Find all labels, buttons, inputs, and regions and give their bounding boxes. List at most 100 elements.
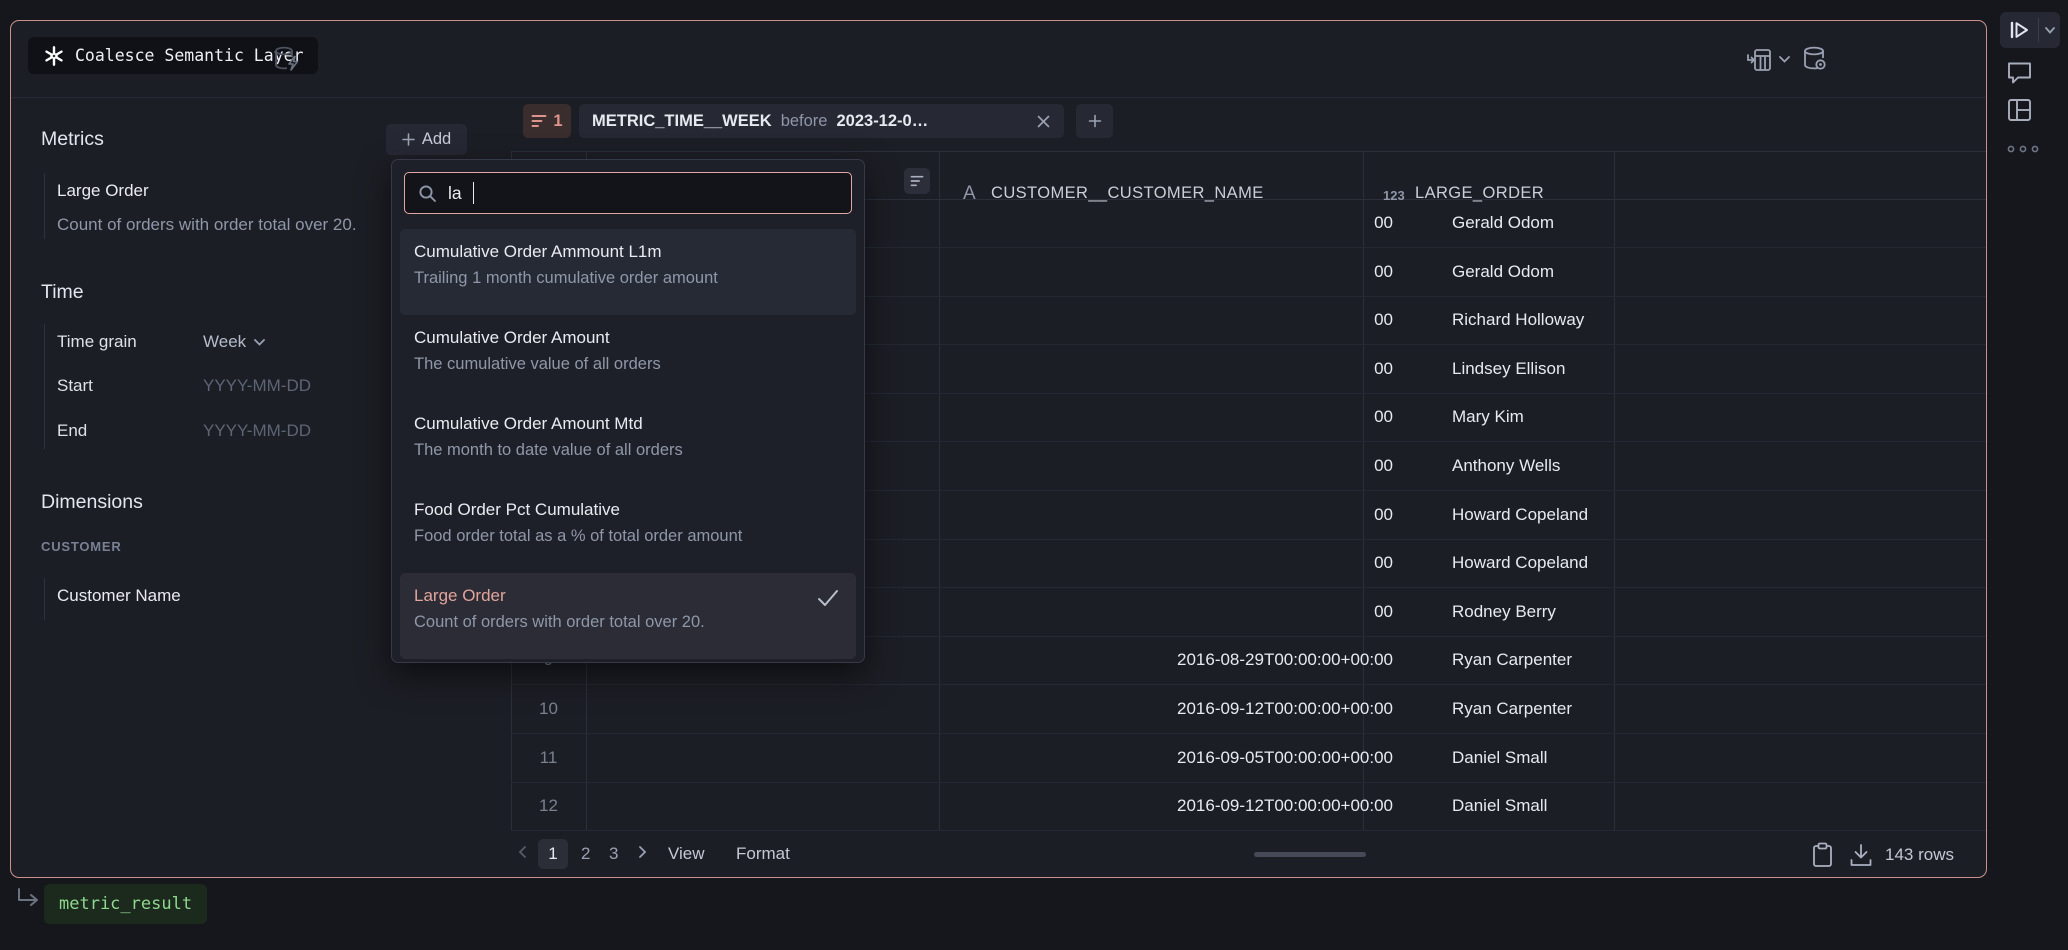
- run-cell-button[interactable]: [2000, 20, 2038, 40]
- page-2-button[interactable]: 2: [581, 844, 590, 864]
- cell-large-order: 1: [1511, 199, 2068, 247]
- layout-split-icon[interactable]: [2006, 97, 2033, 123]
- table-row: 11 2016-09-05T00:00:00+00:00 Daniel Smal…: [511, 734, 1986, 783]
- option-title: Large Order: [414, 586, 842, 606]
- option-description: Count of orders with order total over 20…: [414, 613, 842, 632]
- start-label: Start: [57, 376, 93, 396]
- option-description: The cumulative value of all orders: [414, 355, 842, 374]
- time-grain-label: Time grain: [57, 332, 137, 352]
- add-metric-button[interactable]: Add: [386, 124, 467, 155]
- cell-large-order: 1: [1511, 734, 2068, 782]
- option-title: Food Order Pct Cumulative: [414, 500, 842, 520]
- search-icon: [418, 184, 437, 203]
- filter-remove-icon[interactable]: [1036, 114, 1051, 129]
- output-variable-pill[interactable]: metric_result: [44, 884, 207, 924]
- format-button[interactable]: Format: [736, 844, 790, 864]
- filter-chip[interactable]: METRIC_TIME__WEEK before 2023-12-0…: [579, 104, 1064, 138]
- dimension-indent-guide: [44, 578, 45, 620]
- snowflake-icon: [43, 45, 65, 67]
- plus-icon: [1088, 114, 1102, 128]
- prev-page-icon[interactable]: [516, 844, 530, 865]
- table-row: 12 2016-09-12T00:00:00+00:00 Daniel Smal…: [511, 782, 1986, 831]
- output-variable-name: metric_result: [59, 894, 192, 914]
- option-description: Food order total as a % of total order a…: [414, 527, 842, 546]
- view-button[interactable]: View: [668, 844, 705, 864]
- download-icon[interactable]: [1849, 843, 1873, 869]
- copy-clipboard-icon[interactable]: [1811, 842, 1834, 869]
- column-filter-button[interactable]: [904, 168, 930, 194]
- database-lightning-icon[interactable]: [273, 44, 301, 74]
- start-date-input[interactable]: YYYY-MM-DD: [203, 376, 311, 396]
- filter-field: METRIC_TIME__WEEK: [592, 112, 772, 131]
- page-1-button[interactable]: 1: [538, 839, 568, 869]
- run-options-chevron-icon[interactable]: [2039, 26, 2060, 35]
- filter-value: 2023-12-0…: [836, 112, 928, 131]
- cell-large-order: 2: [1511, 636, 2068, 684]
- cell-metric-time: 2016-09-12T00:00:00+00:00: [587, 782, 1393, 830]
- table-row: 10 2016-09-12T00:00:00+00:00 Ryan Carpen…: [511, 685, 1986, 734]
- output-menu-chevron-icon[interactable]: [1777, 53, 1792, 65]
- cell-metric-time: 2016-09-05T00:00:00+00:00: [587, 734, 1393, 782]
- add-button-label: Add: [422, 130, 451, 149]
- row-count: 143 rows: [1885, 845, 1954, 865]
- sidebar-metric-name[interactable]: Large Order: [57, 181, 149, 201]
- filter-icon: [531, 114, 547, 128]
- filter-count-chip[interactable]: 1: [523, 104, 571, 138]
- metrics-indent-guide: [44, 173, 45, 239]
- option-large-order-selected[interactable]: Large Order Count of orders with order t…: [400, 573, 856, 659]
- header-divider: [11, 97, 1986, 98]
- run-cell-group: [2000, 12, 2060, 48]
- cell-large-order: 3: [1511, 588, 2068, 636]
- option-cumulative-order-ammount-l1m[interactable]: Cumulative Order Ammount L1m Trailing 1 …: [400, 229, 856, 315]
- page: Coalesce Semantic Layer: [0, 0, 2068, 950]
- sidebar-metric-description: Count of orders with order total over 20…: [57, 215, 357, 235]
- option-cumulative-order-amount-mtd[interactable]: Cumulative Order Amount Mtd The month to…: [400, 401, 856, 487]
- page-3-button[interactable]: 3: [609, 844, 618, 864]
- cell-large-order: 1: [1511, 442, 2068, 490]
- horizontal-scrollbar[interactable]: [1254, 852, 1366, 857]
- dimension-item-customer-name[interactable]: Customer Name: [57, 586, 181, 606]
- filter-icon: [910, 175, 924, 187]
- search-query: la: [448, 183, 462, 204]
- option-title: Cumulative Order Amount: [414, 328, 842, 348]
- text-caret: [473, 182, 475, 204]
- option-cumulative-order-amount[interactable]: Cumulative Order Amount The cumulative v…: [400, 315, 856, 401]
- option-food-order-pct-cumulative[interactable]: Food Order Pct Cumulative Food order tot…: [400, 487, 856, 573]
- checkmark-icon: [816, 588, 840, 608]
- more-options-icon[interactable]: [2006, 144, 2042, 154]
- next-page-icon[interactable]: [635, 844, 649, 865]
- output-corner-arrow-icon: [14, 886, 42, 912]
- option-title: Cumulative Order Amount Mtd: [414, 414, 842, 434]
- filter-operator: before: [781, 112, 828, 131]
- cell-metric-time: 2016-09-12T00:00:00+00:00: [587, 685, 1393, 733]
- cell-large-order: 1: [1511, 248, 2068, 296]
- option-description: Trailing 1 month cumulative order amount: [414, 269, 842, 288]
- add-filter-button[interactable]: [1076, 104, 1113, 138]
- filter-count: 1: [553, 112, 562, 131]
- end-date-input[interactable]: YYYY-MM-DD: [203, 421, 311, 441]
- comments-icon[interactable]: [2006, 59, 2033, 85]
- cell-large-order: 1: [1511, 491, 2068, 539]
- row-number: 11: [511, 734, 586, 782]
- dimension-group-label: CUSTOMER: [41, 539, 122, 554]
- chevron-down-icon: [253, 338, 266, 347]
- metric-cell: Coalesce Semantic Layer: [10, 20, 1987, 878]
- cell-large-order: 2: [1511, 539, 2068, 587]
- option-title: Cumulative Order Ammount L1m: [414, 242, 842, 262]
- table-top-border: [511, 151, 1986, 152]
- database-preview-icon[interactable]: [1801, 45, 1829, 73]
- time-grain-select[interactable]: Week: [203, 332, 266, 352]
- cell-large-order: 1: [1511, 782, 2068, 830]
- cell-large-order: 1: [1511, 345, 2068, 393]
- dimensions-heading: Dimensions: [41, 491, 143, 514]
- cell-large-order: 1: [1511, 685, 2068, 733]
- insert-output-table-icon[interactable]: [1746, 47, 1773, 73]
- time-heading: Time: [41, 281, 84, 304]
- time-grain-value: Week: [203, 332, 246, 352]
- time-indent-guide: [44, 324, 45, 449]
- row-number: 10: [511, 685, 586, 733]
- source-connection-label: Coalesce Semantic Layer: [75, 46, 303, 65]
- plus-icon: [402, 133, 415, 146]
- metric-search-input[interactable]: la: [404, 172, 852, 214]
- end-label: End: [57, 421, 87, 441]
